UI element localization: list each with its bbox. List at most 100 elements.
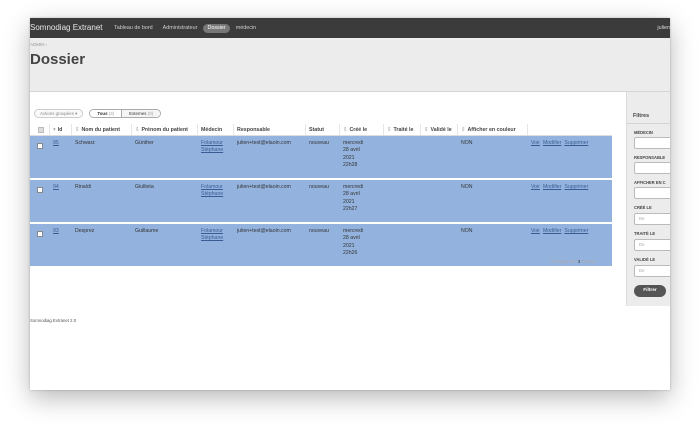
delete-link[interactable]: Supprimer	[564, 228, 588, 234]
row-id: 94	[50, 180, 72, 222]
select-all-cell	[30, 124, 50, 135]
col-couleur[interactable]: ⇕ Afficher en couleur	[458, 124, 528, 135]
medecin-link-line2[interactable]: Stéphane	[201, 191, 223, 197]
row-id-link[interactable]: 94	[53, 184, 59, 190]
row-cree: mercredi 28 avril 2021 22h28	[340, 136, 384, 178]
row-id: 95	[50, 136, 72, 178]
col-medecin-label: Médecin	[201, 127, 223, 133]
row-checkbox[interactable]	[37, 143, 43, 149]
tab-all-count: (3)	[108, 111, 115, 116]
col-statut-label: Statut	[309, 127, 325, 133]
filter-couleur-select[interactable]	[634, 187, 670, 199]
col-nom[interactable]: ⇕ Nom du patient	[72, 124, 132, 135]
breadcrumb-admin[interactable]: ADMIN	[30, 42, 45, 47]
col-prenom-label: Prénom du patient	[141, 127, 188, 133]
row-checkbox[interactable]	[37, 187, 43, 193]
col-id[interactable]: ▾ Id	[50, 124, 72, 135]
row-prenom: Günther	[135, 140, 154, 146]
medecin-link-line2[interactable]: Stéphane	[201, 235, 223, 241]
row-cree: mercredi 28 avril 2021 22h26	[340, 224, 384, 266]
delete-link[interactable]: Supprimer	[564, 184, 588, 190]
tab-external[interactable]: Externes (0)	[121, 110, 161, 117]
col-prenom[interactable]: ⇕ Prénom du patient	[132, 124, 198, 135]
view-link[interactable]: Voir	[531, 184, 540, 190]
nav-administrateur[interactable]: Administrateur	[159, 24, 202, 33]
edit-link[interactable]: Modifier	[543, 184, 561, 190]
filter-cree-from-input[interactable]: De	[634, 213, 670, 225]
dossier-table: ▾ Id ⇕ Nom du patient ⇕ Prénom du patient M…	[30, 124, 612, 268]
select-all-checkbox[interactable]	[38, 126, 44, 133]
col-actions	[528, 124, 612, 135]
medecin-link[interactable]: Folamour	[201, 228, 223, 234]
nav-dossier[interactable]: Dossier	[203, 23, 230, 33]
edit-link[interactable]: Modifier	[543, 228, 561, 234]
view-link[interactable]: Voir	[531, 140, 540, 146]
table-row[interactable]: 94 Rinaldi Giullieta Folamour Stéphane ju…	[30, 180, 612, 224]
filters-panel: Filtres MÉDECIN RESPONSABLE AFFICHER EN …	[626, 92, 670, 306]
row-nom: Desprez	[75, 228, 95, 234]
pager-suffix: Dossier	[581, 259, 597, 264]
filter-submit-button[interactable]: Filtrer	[634, 285, 666, 297]
cree-day: mercredi	[343, 184, 364, 190]
breadcrumb: ADMIN ›	[30, 42, 48, 47]
cree-day: mercredi	[343, 228, 364, 234]
col-id-label: Id	[57, 127, 63, 133]
tab-external-count: (0)	[147, 111, 154, 116]
row-nom: Rinaldi	[75, 184, 91, 190]
col-traite[interactable]: ⇕ Traité le	[384, 124, 421, 135]
row-valide	[421, 224, 458, 266]
filter-responsable-input[interactable]	[634, 162, 670, 174]
table-row[interactable]: 93 Desprez Guillaume Folamour Stéphane ju…	[30, 224, 612, 268]
pager-count: 3	[577, 259, 581, 264]
col-cree[interactable]: ⇕ Créé le	[340, 124, 384, 135]
filter-medecin-input[interactable]	[634, 137, 670, 149]
delete-link[interactable]: Supprimer	[564, 140, 588, 146]
edit-link[interactable]: Modifier	[543, 140, 561, 146]
cree-year: 2021	[343, 198, 355, 205]
row-select-cell	[30, 136, 50, 178]
row-statut: nouveau	[309, 228, 329, 234]
cree-time: 22h26	[343, 250, 358, 257]
pager-info: Affichage des 3 Dossier	[550, 259, 596, 264]
row-id: 93	[50, 224, 72, 266]
col-responsable: Responsable	[234, 124, 306, 135]
row-select-cell	[30, 180, 50, 222]
col-responsable-label: Responsable	[237, 127, 270, 133]
page-header: ADMIN › Dossier	[30, 38, 670, 92]
filter-traite-from-input[interactable]: De	[634, 239, 670, 251]
tab-external-label: Externes	[129, 111, 147, 116]
nav-medecin[interactable]: médecin	[232, 24, 260, 33]
medecin-link[interactable]: Folamour	[201, 184, 223, 190]
user-menu[interactable]: julien	[657, 18, 670, 38]
row-medecin: Folamour Stéphane	[198, 136, 234, 178]
filter-valide-from-input[interactable]: De	[634, 265, 670, 277]
col-traite-label: Traité le	[393, 127, 414, 133]
cree-time: 22h28	[343, 162, 358, 169]
row-responsable: julien+test@elaoin.com	[237, 184, 291, 190]
col-medecin: Médecin	[198, 124, 234, 135]
nav-tableau-de-bord[interactable]: Tableau de bord	[110, 24, 157, 33]
cree-date: 28 avril	[343, 235, 360, 242]
medecin-link-line2[interactable]: Stéphane	[201, 147, 223, 153]
row-id-link[interactable]: 93	[53, 228, 59, 234]
sort-icon: ⇕	[135, 127, 140, 133]
row-actions: Voir Modifier Supprimer	[528, 180, 612, 222]
footer-version: Somnodiag Extranet 2.0	[30, 318, 77, 323]
view-link[interactable]: Voir	[531, 228, 540, 234]
tab-all[interactable]: Tous (3)	[90, 110, 122, 117]
row-prenom: Giullieta	[135, 184, 154, 190]
sort-icon: ⇕	[387, 127, 392, 133]
pager-prefix: Affichage des	[550, 259, 577, 264]
col-valide-label: Validé le	[430, 127, 452, 133]
page-title: Dossier	[30, 51, 86, 68]
row-id-link[interactable]: 95	[53, 140, 59, 146]
filter-responsable-label: RESPONSABLE	[634, 155, 666, 160]
medecin-link[interactable]: Folamour	[201, 140, 223, 146]
sort-icon: ⇕	[424, 127, 429, 133]
row-checkbox[interactable]	[37, 231, 43, 237]
col-valide[interactable]: ⇕ Validé le	[421, 124, 458, 135]
table-row[interactable]: 95 Schwarz Günther Folamour Stéphane juli…	[30, 136, 612, 180]
app-brand[interactable]: Somnodiag Extranet	[30, 18, 103, 38]
bulk-actions-button[interactable]: Actions groupées ▾	[34, 109, 84, 118]
row-traite	[384, 136, 421, 178]
